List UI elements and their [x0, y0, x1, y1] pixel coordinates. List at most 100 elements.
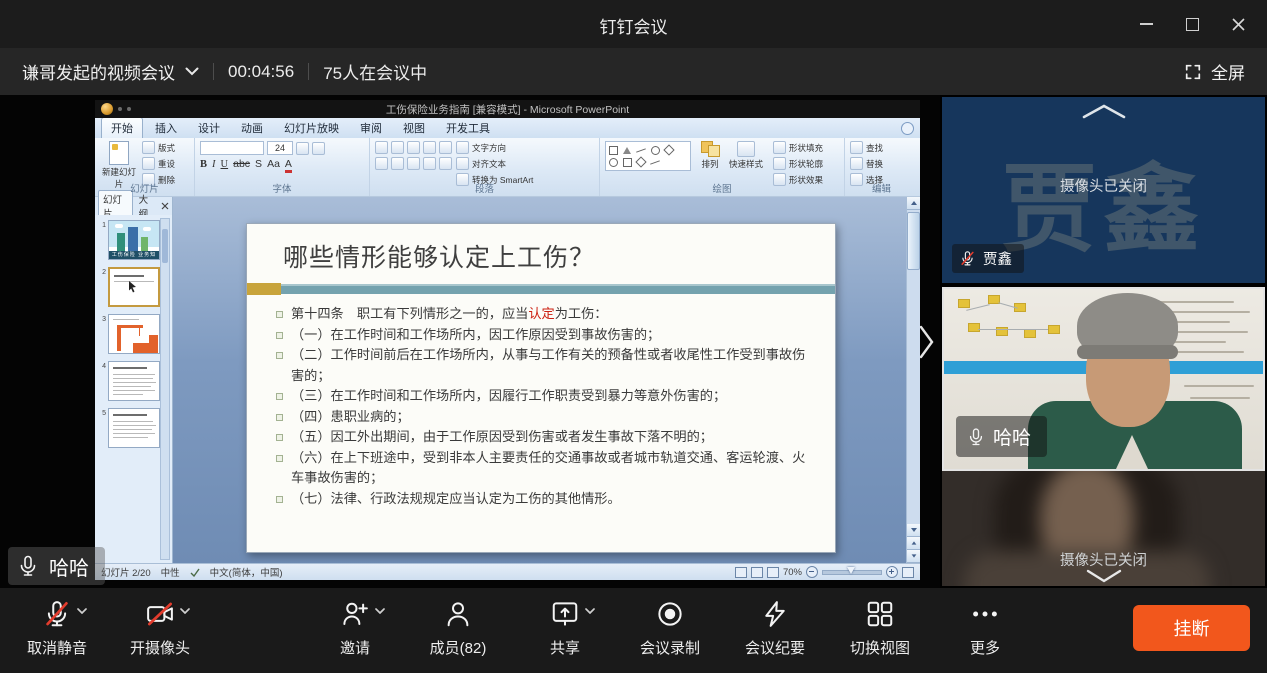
- minutes-button[interactable]: 会议纪要: [725, 598, 825, 658]
- window-title: 钉钉会议: [0, 13, 1267, 38]
- hangup-button[interactable]: 挂断: [1133, 605, 1250, 651]
- fullscreen-button[interactable]: 全屏: [1184, 59, 1245, 84]
- shape-fill-icon: [773, 141, 786, 154]
- switch-view-button[interactable]: 切换视图: [830, 598, 930, 658]
- participant-name: 贾鑫: [983, 248, 1012, 269]
- shrink-font-icon: [312, 142, 325, 155]
- slide-area: 哪些情形能够认定上工伤？ 第十四条 职工有下列情形之一的，应当认定为工伤： （一…: [173, 197, 906, 563]
- font-color-button: A: [285, 158, 292, 173]
- caret-down-icon: [77, 608, 87, 614]
- ppt-tab-design: 设计: [189, 118, 229, 138]
- participant-tile-haha[interactable]: 哈哈: [942, 287, 1265, 471]
- camera-button[interactable]: 开摄像头: [110, 598, 210, 658]
- participants-sidebar: 贾鑫 摄像头已关闭 贾鑫: [940, 95, 1267, 588]
- strikethrough-button: abc: [233, 158, 250, 170]
- more-button[interactable]: 更多: [935, 598, 1035, 658]
- chevron-up-icon: [1081, 103, 1127, 120]
- justify-icon: [423, 157, 436, 170]
- meeting-title-dropdown[interactable]: [185, 67, 199, 76]
- expand-panel-button[interactable]: [919, 325, 935, 359]
- ribbon-group-slides: 新建幻灯片 版式 重设 删除 幻灯片: [95, 138, 195, 196]
- slide-bullet: （五）因工外出期间，由于工作原因受到伤害或者发生事故下落不明的；: [275, 427, 811, 448]
- collapse-panel-button[interactable]: [1081, 103, 1127, 120]
- caret-down-icon: [585, 608, 595, 614]
- scroll-down-icon: [907, 524, 920, 537]
- participant-tile-jiaxin[interactable]: 贾鑫 摄像头已关闭 贾鑫: [942, 97, 1265, 283]
- mic-muted-icon: [42, 599, 72, 629]
- ribbon-group-font: 24 B I U abc S Aa A 字: [195, 138, 370, 196]
- shared-screen: 工伤保险业务指南 [兼容模式] - Microsoft PowerPoint 开…: [0, 95, 940, 588]
- ppt-titlebar: 工伤保险业务指南 [兼容模式] - Microsoft PowerPoint: [95, 100, 920, 118]
- previous-slide-icon: [907, 537, 920, 550]
- close-button[interactable]: [1215, 0, 1261, 48]
- maximize-button[interactable]: [1169, 0, 1215, 48]
- caret-down-icon: [180, 608, 190, 614]
- header-divider: [213, 63, 214, 80]
- presenter-name: 哈哈: [49, 552, 89, 581]
- maximize-icon: [1186, 18, 1199, 31]
- slide-bullet: （二）工作时间前后在工作场所内，从事与工作有关的预备性或者收尾性工作受到事故伤害…: [275, 345, 811, 386]
- thumbnail-5-art: [108, 408, 160, 448]
- slide-scrollbar: [906, 197, 920, 563]
- slideshow-view-icon: [767, 567, 779, 578]
- quick-styles-button: 快速样式: [729, 141, 763, 170]
- invite-button[interactable]: 邀请: [305, 598, 405, 658]
- members-button[interactable]: 成员(82): [408, 598, 508, 658]
- share-screen-icon: [550, 599, 580, 629]
- ppt-tab-developer: 开发工具: [437, 118, 499, 138]
- arrange-icon-back: [708, 145, 720, 157]
- participant-name-badge: 哈哈: [956, 416, 1047, 457]
- slide-teal-bar: [281, 284, 835, 294]
- ppt-tab-animations: 动画: [232, 118, 272, 138]
- meeting-title: 谦哥发起的视频会议: [22, 59, 175, 84]
- slide-bullet: （一）在工作时间和工作场所内，因工作原因受到事故伤害的；: [275, 325, 811, 346]
- person-beanie: [1077, 293, 1178, 359]
- mic-on-icon: [966, 427, 986, 447]
- bullets-icon: [375, 141, 388, 154]
- thumbnail-1-caption: 工伤保险 业务知识: [109, 251, 159, 259]
- record-button[interactable]: 会议录制: [620, 598, 720, 658]
- status-zoom-controls: 70%: [735, 566, 914, 578]
- spellcheck-icon: [190, 568, 200, 577]
- scroll-down-participants-button[interactable]: [1085, 569, 1123, 584]
- font-size-box: 24: [267, 141, 293, 155]
- members-icon: [443, 599, 473, 629]
- italic-button: I: [212, 159, 216, 170]
- align-text-icon: [456, 157, 469, 170]
- ppt-ribbon: 新建幻灯片 版式 重设 删除 幻灯片: [95, 138, 920, 197]
- find-icon: [850, 141, 863, 154]
- sorter-view-icon: [751, 567, 763, 578]
- chevron-right-icon: [919, 325, 935, 359]
- thumbnail-3-art: [108, 314, 160, 354]
- next-slide-icon: [907, 550, 920, 563]
- zoom-slider-thumb: [847, 567, 855, 574]
- camera-off-text: 摄像头已关闭: [942, 549, 1265, 570]
- pane-scrollbar: [160, 218, 170, 560]
- unmute-button[interactable]: 取消静音: [7, 598, 107, 658]
- shadow-button: S: [255, 158, 262, 170]
- participant-watermark: 贾鑫: [1002, 132, 1206, 271]
- slide-thumbnails: 1 工伤保险 业务知识 2: [95, 215, 172, 563]
- pane-close-icon: [161, 202, 169, 210]
- grow-font-icon: [296, 142, 309, 155]
- participant-tile-third[interactable]: 摄像头已关闭: [942, 471, 1265, 586]
- slide-bullet: （六）在上下班途中，受到非本人主要责任的交通事故或者城市轨道交通、客运轮渡、火车…: [275, 448, 811, 489]
- grid-view-icon: [865, 599, 895, 629]
- slide-bullet-list: 第十四条 职工有下列情形之一的，应当认定为工伤： （一）在工作时间和工作场所内，…: [275, 304, 811, 509]
- ribbon-group-drawing: 排列 快速样式 形状填充 形状轮廓 形状效果: [600, 138, 845, 196]
- share-screen-button[interactable]: 共享: [515, 598, 615, 658]
- reset-icon: [142, 157, 155, 170]
- align-left-icon: [375, 157, 388, 170]
- meeting-header: 谦哥发起的视频会议 00:04:56 75人在会议中 全屏: [0, 48, 1267, 95]
- ppt-tab-slideshow: 幻灯片放映: [275, 118, 348, 138]
- minimize-button[interactable]: [1123, 0, 1169, 48]
- replace-icon: [850, 157, 863, 170]
- mic-muted-icon: [959, 250, 976, 267]
- ppt-status-bar: 幻灯片 2/20 中性 中文(简体，中国) 70%: [95, 563, 920, 580]
- chevron-down-icon: [1085, 569, 1123, 584]
- shape-outline-icon: [773, 157, 786, 170]
- shapes-gallery: [605, 141, 691, 171]
- ppt-tab-home: 开始: [101, 117, 143, 138]
- ribbon-group-editing: 查找 替换 选择 编辑: [845, 138, 918, 196]
- columns-icon: [439, 157, 452, 170]
